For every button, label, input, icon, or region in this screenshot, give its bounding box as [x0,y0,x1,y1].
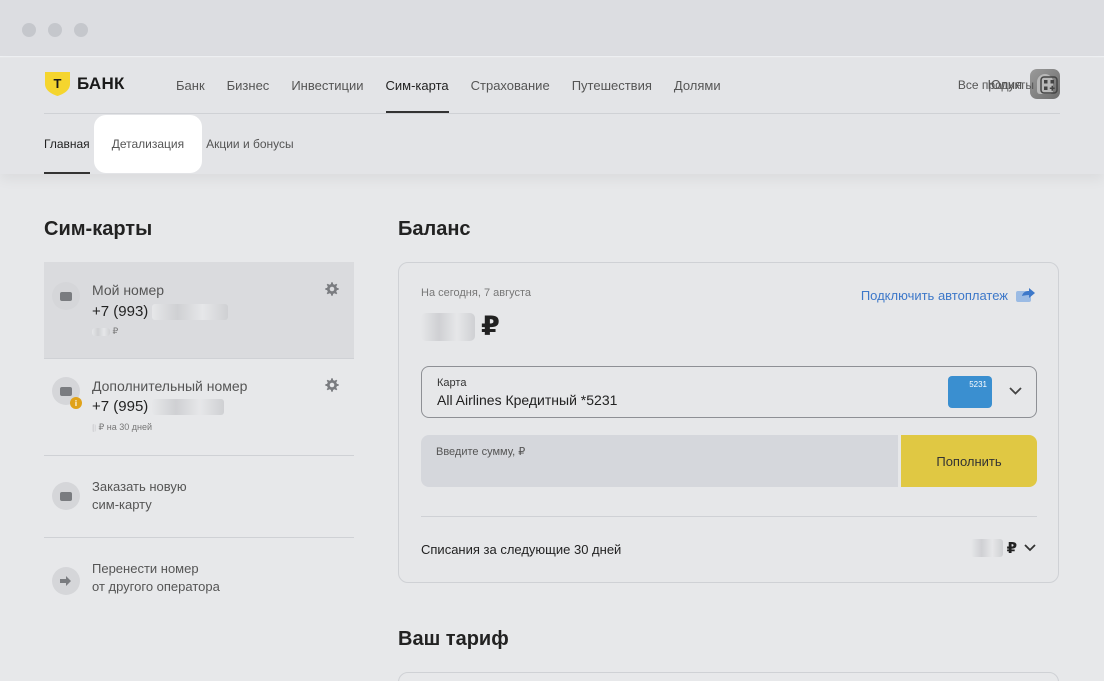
topnav-item-investments[interactable]: Инвестиции [291,58,363,113]
hidden-number-blur [152,304,229,321]
bank-card-thumbnail: 5231 [948,376,992,408]
topnav-item-insurance[interactable]: Страхование [471,58,550,113]
logo-letter: Т [54,76,62,91]
autopay-arrow-icon [1016,288,1035,302]
topnav-item-travel[interactable]: Путешествия [572,58,652,113]
sim-item-balance-currency: ₽ на 30 дней [98,422,152,432]
port-number-line2: от другого оператора [92,579,220,594]
info-badge-icon: i [70,397,82,409]
topnav-item-installments[interactable]: Долями [674,58,721,113]
window-titlebar [0,0,1104,57]
top-navigation: Банк Бизнес Инвестиции Сим-карта Страхов… [176,58,743,113]
tariff-title: Ваш тариф [398,628,509,650]
grid-plus-icon [1040,76,1058,94]
autopay-label: Подключить автоплатеж [860,287,1008,303]
card-select[interactable]: Карта All Airlines Кредитный *5231 5231 [421,366,1037,418]
sim-card-icon [52,482,80,510]
amount-input[interactable]: Введите сумму, ₽ [421,435,898,487]
sim-item-title: Мой номер [92,282,165,298]
balance-amount: ₽ [421,311,500,342]
order-new-sim-label: Заказать новую сим-карту [92,478,187,514]
sim-item-balance: ₽ на 30 дней [92,422,152,433]
tab-details[interactable]: Детализация [93,115,203,173]
sim-card-icon [52,282,80,310]
amount-placeholder: Введите сумму, ₽ [436,446,526,458]
balance-date: На сегодня, 7 августа [421,287,531,299]
hidden-number-blur [152,399,225,416]
sim-number-prefix: +7 (995) [92,398,149,415]
topnav-item-sim-card[interactable]: Сим-карта [385,58,449,113]
topnav-item-bank[interactable]: Банк [176,58,205,113]
sims-title: Сим-карты [44,218,153,240]
sim-item-main[interactable]: Мой номер +7 (993) ₽ [44,262,354,359]
order-new-sim-line1: Заказать новую [92,479,187,494]
card-divider [421,516,1037,517]
gear-icon[interactable] [324,377,340,393]
charges-toggle[interactable]: ₽ [970,539,1036,557]
chevron-down-icon [1009,387,1022,395]
brand-logo[interactable]: Т БАНК [44,71,125,97]
charges-currency: ₽ [1006,540,1017,557]
sim-number-prefix: +7 (993) [92,303,149,320]
hidden-charges-blur [970,539,1003,557]
brand-name: БАНК [77,74,125,93]
tab-promotions[interactable]: Акции и бонусы [206,114,294,174]
window-close-button[interactable] [22,23,36,37]
gear-icon[interactable] [324,281,340,297]
autopay-link[interactable]: Подключить автоплатеж [861,287,1036,303]
port-number-line1: Перенести номер [92,561,199,576]
charges-label: Списания за следующие 30 дней [421,542,622,557]
hidden-balance-blur [92,327,110,336]
port-number-label: Перенести номер от другого оператора [92,560,220,596]
card-last4: 5231 [969,380,987,389]
order-new-sim-button[interactable]: Заказать новую сим-карту [44,456,354,538]
balance-title: Баланс [398,218,471,240]
sim-item-balance: ₽ [92,326,118,337]
balance-currency: ₽ [481,311,500,341]
shield-logo-icon: Т [45,72,70,96]
topup-button[interactable]: Пополнить [901,435,1037,487]
tab-main[interactable]: Главная [44,114,90,174]
sim-item-balance-currency: ₽ [112,326,119,336]
sim-item-title: Дополнительный номер [92,378,248,394]
window-minimize-button[interactable] [48,23,62,37]
topnav-item-business[interactable]: Бизнес [227,58,270,113]
sim-list: Мой номер +7 (993) ₽ i Дополнительный но… [44,262,354,620]
hidden-balance-blur [421,312,475,341]
sim-item-number: +7 (993) [92,303,229,321]
card-select-value: All Airlines Кредитный *5231 [437,392,618,408]
all-products-link[interactable]: Все продукты [958,76,1058,94]
card-select-label: Карта [437,377,467,389]
hidden-balance-blur [92,423,96,432]
chevron-down-icon [1024,544,1036,552]
all-products-label: Все продукты [957,78,1034,92]
arrow-right-icon [52,567,80,595]
topup-row: Введите сумму, ₽ Пополнить [421,435,1037,487]
sim-item-additional[interactable]: i Дополнительный номер +7 (995) ₽ на 30 … [44,359,354,456]
balance-card: На сегодня, 7 августа ₽ Подключить автоп… [398,262,1059,583]
order-new-sim-line2: сим-карту [92,497,152,512]
sub-navigation: Главная Детализация Акции и бонусы [44,114,294,174]
port-number-button[interactable]: Перенести номер от другого оператора [44,538,354,620]
tariff-card [398,672,1059,681]
sim-item-number: +7 (995) [92,398,225,416]
window-maximize-button[interactable] [74,23,88,37]
site-header: Т БАНК Банк Бизнес Инвестиции Сим-карта … [0,58,1104,174]
